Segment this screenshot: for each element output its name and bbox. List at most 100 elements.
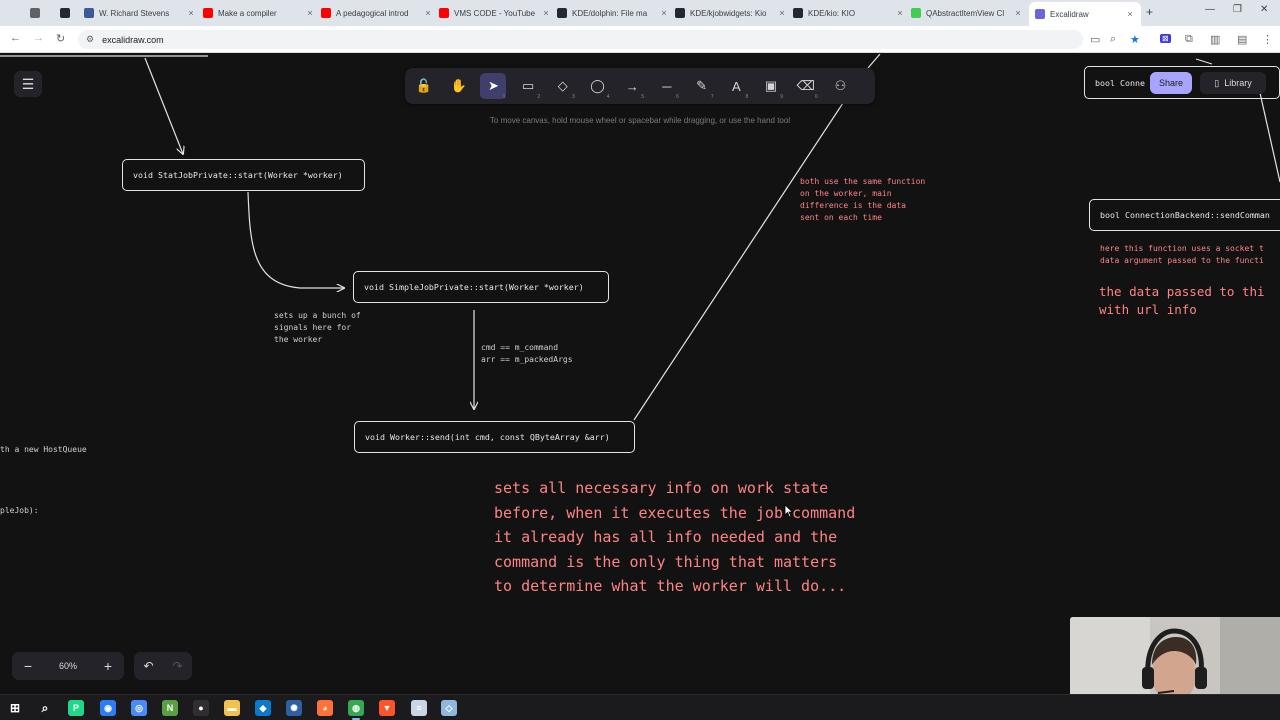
note-cmd-arr[interactable]: cmd == m_command arr == m_packedArgs [481, 342, 573, 366]
notepad-icon[interactable]: ≡ [411, 700, 427, 716]
node-statjob-start[interactable]: void StatJobPrivate::start(Worker *worke… [122, 159, 365, 191]
browser-tab[interactable] [60, 3, 82, 23]
windows-start-icon[interactable]: ⊞ [7, 700, 23, 716]
new-tab-button[interactable]: + [1146, 5, 1153, 19]
note-signals[interactable]: sets up a bunch of signals here for the … [274, 310, 361, 346]
browser-tab[interactable]: W. Richard Stevens × [84, 3, 196, 23]
extension-icon[interactable]: ⊠ [1160, 34, 1171, 43]
bookmark-star-icon[interactable]: ★ [1130, 33, 1140, 46]
app-blue-icon[interactable]: ◉ [100, 700, 116, 716]
note-data-passed[interactable]: the data passed to thi with url info [1099, 283, 1265, 319]
extensions-puzzle-icon[interactable]: ⧉ [1185, 33, 1193, 46]
brave-icon[interactable]: ▼ [379, 700, 395, 716]
site-info-icon[interactable]: ⚙ [86, 34, 94, 45]
arrow-statjob-to-simplejob [247, 191, 344, 288]
maximize-button[interactable]: ❐ [1233, 4, 1242, 15]
vscode-icon[interactable]: ◆ [255, 700, 271, 716]
library-icon: ▯ [1214, 77, 1220, 88]
url-field[interactable]: ⚙ excalidraw.com [78, 30, 1083, 49]
app-light-icon[interactable]: ◇ [441, 700, 457, 716]
back-button[interactable]: ← [10, 32, 21, 44]
browser-tab[interactable]: Excalidraw × [1029, 2, 1141, 26]
ellipse-icon[interactable]: ◯ 4 [585, 73, 611, 100]
draw-icon[interactable]: ✎ 7 [689, 73, 715, 100]
browser-tab[interactable]: QAbstractItemView Cl × [911, 3, 1023, 23]
chromium-icon[interactable]: ◎ [131, 700, 147, 716]
node-label: void Worker::send(int cmd, const QByteAr… [365, 432, 610, 442]
image-icon[interactable]: ▣ 9 [758, 73, 784, 100]
tab-title: KDE/kio: KIO [808, 8, 856, 18]
neovim-icon[interactable]: N [162, 700, 178, 716]
node-simplejob-start[interactable]: void SimpleJobPrivate::start(Worker *wor… [353, 271, 609, 303]
tab-title: W. Richard Stevens [99, 8, 170, 18]
side-panel-icon[interactable]: ▥ [1210, 33, 1220, 46]
chrome-menu-icon[interactable]: ⋮ [1262, 33, 1273, 46]
zoom-controls: − 60% + [12, 652, 124, 680]
diamond-icon[interactable]: ◇ 3 [550, 73, 576, 100]
redo-icon[interactable]: ↷ [172, 659, 182, 673]
arrow-icon[interactable]: → 5 [619, 73, 645, 101]
close-tab-icon[interactable]: × [1013, 8, 1023, 18]
reload-button[interactable]: ↻ [56, 32, 65, 45]
node-label: bool Conne [1095, 77, 1145, 88]
undo-icon[interactable]: ↶ [143, 659, 153, 673]
mouse-cursor-icon [784, 504, 794, 518]
close-tab-icon[interactable]: × [895, 8, 905, 18]
browser-tab[interactable] [30, 3, 52, 23]
github-icon [675, 8, 685, 18]
profile-icon[interactable]: ▤ [1237, 33, 1247, 46]
search-icon[interactable]: ⌕ [37, 700, 53, 716]
lock-icon[interactable]: 🔓 [411, 73, 437, 99]
note-socket[interactable]: here this function uses a socket t data … [1100, 243, 1264, 267]
browser-tab[interactable]: A pedagogical introd × [321, 3, 433, 23]
zoom-icon[interactable]: ⌕ [1110, 33, 1116, 46]
main-menu-button[interactable]: ☰ [14, 71, 42, 97]
tool-glyph: ▣ [764, 78, 778, 93]
note-work-state[interactable]: sets all necessary info on work state be… [494, 476, 855, 599]
excalidraw-canvas[interactable]: void StatJobPrivate::start(Worker *worke… [0, 54, 1280, 694]
close-tab-icon[interactable]: × [423, 8, 433, 18]
note-simplejob-cut[interactable]: pleJob): [0, 505, 39, 517]
line-icon[interactable]: ─ 6 [654, 73, 680, 101]
tab-title: Excalidraw [1050, 9, 1089, 19]
close-tab-icon[interactable]: × [659, 8, 669, 18]
zoom-in-button[interactable]: + [100, 658, 116, 674]
forward-button[interactable]: → [33, 32, 44, 44]
text-icon[interactable]: A8 [723, 73, 749, 101]
rectangle-icon[interactable]: ▭ 2 [515, 73, 541, 100]
qtcreator-icon[interactable]: ✺ [286, 700, 302, 716]
browser-tab[interactable]: Make a compiler × [203, 3, 315, 23]
youtube-icon [439, 8, 449, 18]
address-bar-row: ← → ↻ ⚙ excalidraw.com ▭ ⌕ ★ ⊠ ⧉ ▥ ▤ ⋮ [0, 26, 1280, 53]
firefox-icon[interactable]: ◕ [317, 700, 333, 716]
browser-tab[interactable]: KDE/kjobwidgets: Kio × [675, 3, 787, 23]
diagonal-line-top [867, 54, 881, 69]
pycharm-icon[interactable]: P [68, 700, 84, 716]
close-window-button[interactable]: ✕ [1260, 4, 1268, 15]
close-tab-icon[interactable]: × [777, 8, 787, 18]
close-tab-icon[interactable]: × [305, 8, 315, 18]
hand-icon[interactable]: ✋ [446, 73, 472, 99]
obs-icon[interactable]: ● [193, 700, 209, 716]
selection-icon[interactable]: ➤ 1 [480, 73, 507, 100]
browser-tab[interactable]: KDE/dolphin: File ma × [557, 3, 669, 23]
zoom-level[interactable]: 60% [59, 661, 77, 671]
node-connection-backend-send[interactable]: bool ConnectionBackend::sendComman [1089, 199, 1280, 231]
close-tab-icon[interactable]: × [541, 8, 551, 18]
shapes-library-icon[interactable]: ⚇ [827, 73, 853, 99]
minimize-button[interactable]: — [1205, 4, 1215, 15]
eraser-icon[interactable]: ⌫ 0 [793, 73, 819, 100]
browser-tab[interactable]: KDE/kio: KIO × [793, 3, 905, 23]
file-explorer-icon[interactable]: ▬ [224, 700, 240, 716]
share-button[interactable]: Share [1150, 72, 1192, 94]
zoom-out-button[interactable]: − [20, 658, 36, 674]
close-tab-icon[interactable]: × [1125, 9, 1135, 19]
browser-tab[interactable]: VMS CODE - YouTube × [439, 3, 551, 23]
cast-icon[interactable]: ▭ [1090, 33, 1100, 46]
close-tab-icon[interactable]: × [186, 8, 196, 18]
library-button[interactable]: ▯ Library [1200, 72, 1266, 94]
note-host-queue[interactable]: th a new HostQueue [0, 444, 87, 456]
note-both-use[interactable]: both use the same function on the worker… [800, 176, 925, 224]
chrome-icon[interactable]: ◍ [348, 700, 364, 720]
node-worker-send[interactable]: void Worker::send(int cmd, const QByteAr… [354, 421, 635, 453]
